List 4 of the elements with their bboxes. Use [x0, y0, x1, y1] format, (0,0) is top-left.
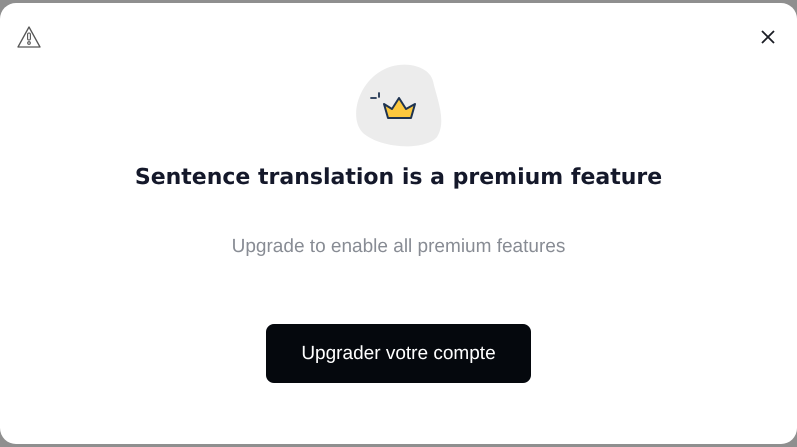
- warning-icon: [16, 25, 42, 49]
- dialog-subtitle: Upgrade to enable all premium features: [232, 236, 566, 258]
- dialog-title: Sentence translation is a premium feature: [134, 165, 662, 190]
- upgrade-button[interactable]: Upgrader votre compte: [266, 324, 531, 383]
